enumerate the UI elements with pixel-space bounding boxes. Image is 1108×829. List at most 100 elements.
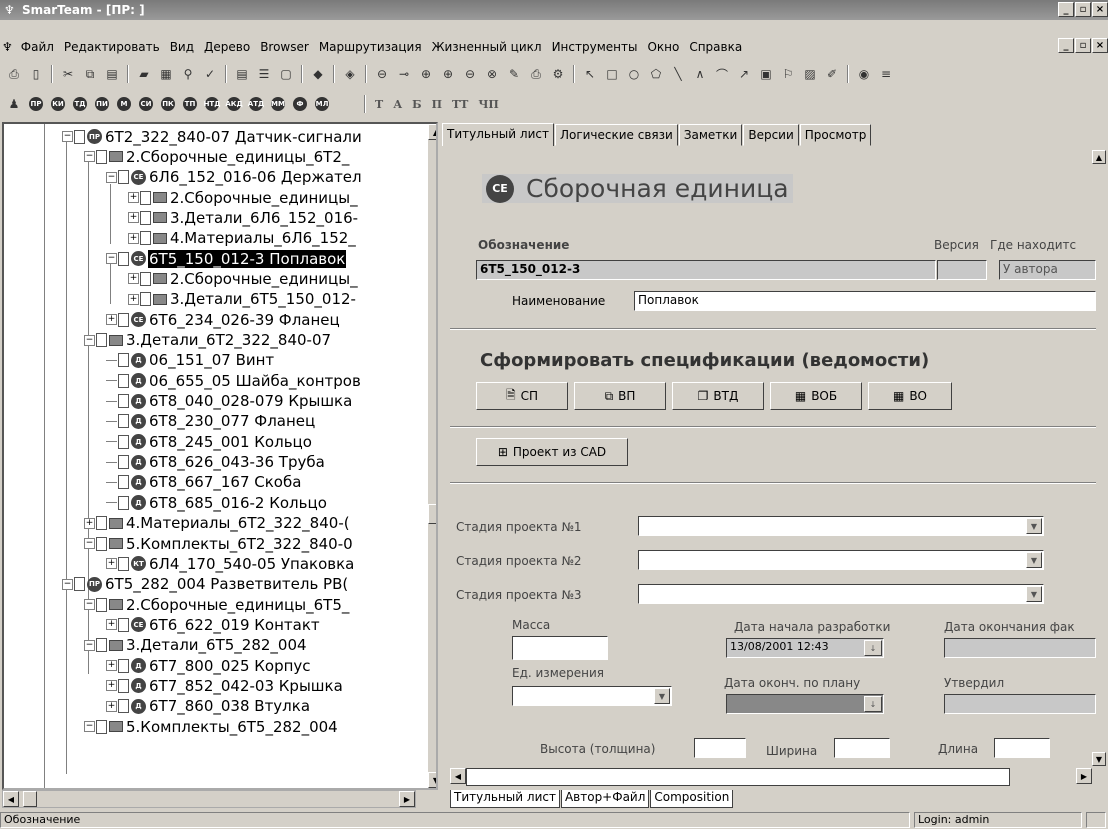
menu-tree[interactable]: Дерево (199, 40, 255, 54)
tree-horizontal-scrollbar[interactable]: ◀ ▶ (2, 790, 416, 808)
tree-node[interactable]: + СЕ 6Т6_622_019 Контакт (106, 615, 321, 634)
expand-icon[interactable]: + (128, 273, 139, 285)
draw-arc-icon[interactable]: ⊸ (394, 64, 414, 84)
collapse-icon[interactable]: − (62, 578, 73, 590)
designation-field[interactable]: 6Т5_150_012-3 (476, 260, 936, 280)
expand-icon[interactable]: + (106, 680, 117, 692)
collapse-icon[interactable]: − (106, 253, 117, 265)
tree-node[interactable]: + Д 6Т7_800_025 Корпус (106, 656, 312, 675)
menu-edit[interactable]: Редактировать (59, 40, 165, 54)
date-picker-icon[interactable]: ↓ (864, 696, 882, 712)
class-akd-icon[interactable]: АКД (225, 97, 243, 111)
select-arrow-icon[interactable]: ↖ (580, 64, 600, 84)
class-m-icon[interactable]: М (117, 97, 131, 111)
length-field[interactable] (994, 738, 1050, 758)
tree-node[interactable]: Д 06_151_07 Винт (106, 351, 275, 370)
collapse-icon[interactable]: − (84, 639, 95, 651)
menu-file[interactable]: Файл (16, 40, 59, 54)
tree-node[interactable]: − СЕ 6Л6_152_016-06 Держател (106, 168, 363, 187)
tree-node[interactable]: +4.Материалы_6Л6_152_ (128, 229, 357, 248)
maximize-button[interactable]: ▫ (1075, 2, 1091, 17)
hatch-icon[interactable]: ▨ (800, 64, 820, 84)
form-horizontal-scrollbar[interactable]: ◀ ▶ (450, 768, 1092, 786)
format-tt[interactable]: ТТ (448, 98, 472, 111)
tab-versions[interactable]: Версии (743, 124, 799, 146)
spec-sp-button[interactable]: 🗎 СП (476, 382, 568, 410)
print2-icon[interactable]: ⎙ (526, 64, 546, 84)
open-icon[interactable]: ▰ (134, 64, 154, 84)
expand-icon[interactable]: + (106, 660, 117, 672)
end-fact-field[interactable] (944, 638, 1096, 658)
scroll-left-icon[interactable]: ◀ (3, 791, 19, 807)
scroll-up-icon[interactable]: ▲ (428, 124, 436, 140)
tree-node[interactable]: Д 6Т8_667_167 Скоба (106, 473, 302, 492)
format-b[interactable]: Б (408, 98, 425, 111)
collapse-icon[interactable]: − (84, 151, 95, 163)
width-field[interactable] (834, 738, 890, 758)
fill-icon[interactable]: ⚐ (778, 64, 798, 84)
scroll-right-icon[interactable]: ▶ (399, 791, 415, 807)
tree-node[interactable]: Д 6Т8_245_001 Кольцо (106, 432, 313, 451)
mass-field[interactable] (512, 636, 608, 660)
stage3-select[interactable]: ▼ (638, 584, 1044, 604)
pen-icon[interactable]: ✐ (822, 64, 842, 84)
circle-icon[interactable]: ○ (624, 64, 644, 84)
format-t[interactable]: Т (371, 98, 387, 111)
user-icon[interactable]: ♟ (4, 94, 24, 114)
tree-node[interactable]: +2.Сборочные_единицы_ (128, 188, 359, 207)
class-ntd-icon[interactable]: НТД (204, 97, 220, 111)
dropdown-arrow-icon[interactable]: ▼ (654, 688, 670, 704)
diamond-icon[interactable]: ◆ (308, 64, 328, 84)
plan-end-field[interactable]: ↓ (726, 694, 884, 714)
expand-icon[interactable]: + (106, 619, 117, 631)
tree-node[interactable]: − 3.Детали_6Т5_282_004 (84, 636, 308, 655)
diamond2-icon[interactable]: ◈ (340, 64, 360, 84)
class-tp-icon[interactable]: ТП (183, 97, 197, 111)
tree-node[interactable]: − ПР 6Т5_282_004 Разветвитель РВ( (62, 575, 349, 594)
collapse-icon[interactable]: − (62, 131, 73, 142)
collapse-icon[interactable]: − (84, 334, 95, 346)
menu-lifecycle[interactable]: Жизненный цикл (427, 40, 547, 54)
format-chp[interactable]: ЧП (474, 98, 502, 111)
tree-node[interactable]: − 5.Комплекты_6Т5_282_004 (84, 717, 339, 736)
tree-node[interactable]: − 2.Сборочные_единицы_6Т2_ (84, 147, 350, 166)
class-ml-icon[interactable]: МЛ (315, 97, 329, 111)
start-date-field[interactable]: 13/08/2001 12:43 ↓ (726, 638, 884, 658)
project-from-cad-button[interactable]: ⊞ Проект из CAD (476, 438, 628, 466)
tree-vertical-scrollbar[interactable]: ▲ ▼ (428, 124, 436, 788)
tree-node[interactable]: − 2.Сборочные_единицы_6Т5_ (84, 595, 350, 614)
zoom-out-icon[interactable]: ⊖ (460, 64, 480, 84)
mdi-close-button[interactable]: × (1092, 38, 1108, 53)
tree-node[interactable]: Д 6Т8_230_077 Фланец (106, 412, 316, 431)
form-scroll-left-icon[interactable]: ◀ (450, 768, 466, 784)
rectangle-icon[interactable]: □ (602, 64, 622, 84)
date-picker-icon[interactable]: ↓ (864, 640, 882, 656)
tree-node[interactable]: − 5.Комплекты_6Т2_322_840-0 (84, 534, 354, 553)
view-list-icon[interactable]: ☰ (254, 64, 274, 84)
mdi-restore-button[interactable]: ▫ (1075, 38, 1091, 53)
tab-preview[interactable]: Просмотр (799, 124, 872, 146)
tree-node[interactable]: + КТ 6Л4_170_540-05 Упаковка (106, 554, 355, 573)
line-icon[interactable]: ╲ (668, 64, 688, 84)
btab-title-sheet[interactable]: Титульный лист (450, 790, 560, 808)
menu-window[interactable]: Окно (642, 40, 684, 54)
tree-node[interactable]: + Д 6Т7_860_038 Втулка (106, 697, 311, 716)
zoom-in-icon[interactable]: ⊕ (438, 64, 458, 84)
paint-icon[interactable]: ✎ (504, 64, 524, 84)
menu-tools[interactable]: Инструменты (547, 40, 643, 54)
tab-title-sheet[interactable]: Титульный лист (442, 123, 554, 146)
tree-node[interactable]: + Д 6Т7_852_042-03 Крышка (106, 676, 344, 695)
tree-node[interactable]: Д 06_655_05 Шайба_контров (106, 371, 362, 390)
spec-vob-button[interactable]: ▦ ВОБ (770, 382, 862, 410)
copy-icon[interactable]: ⧉ (80, 64, 100, 84)
collapse-icon[interactable]: − (106, 171, 117, 183)
tab-logical-links[interactable]: Логические связи (554, 124, 678, 146)
tree-node[interactable]: +3.Детали_6Л6_152_016- (128, 208, 359, 227)
curve-icon[interactable]: ⌒ (712, 64, 732, 84)
collapse-icon[interactable]: − (84, 538, 95, 549)
view-tiles-icon[interactable]: ▤ (232, 64, 252, 84)
class-td-icon[interactable]: ТД (73, 97, 87, 111)
find-icon[interactable]: ⚲ (178, 64, 198, 84)
class-pr-icon[interactable]: ПР (29, 97, 43, 111)
spec-vp-button[interactable]: ⧉ ВП (574, 382, 666, 410)
